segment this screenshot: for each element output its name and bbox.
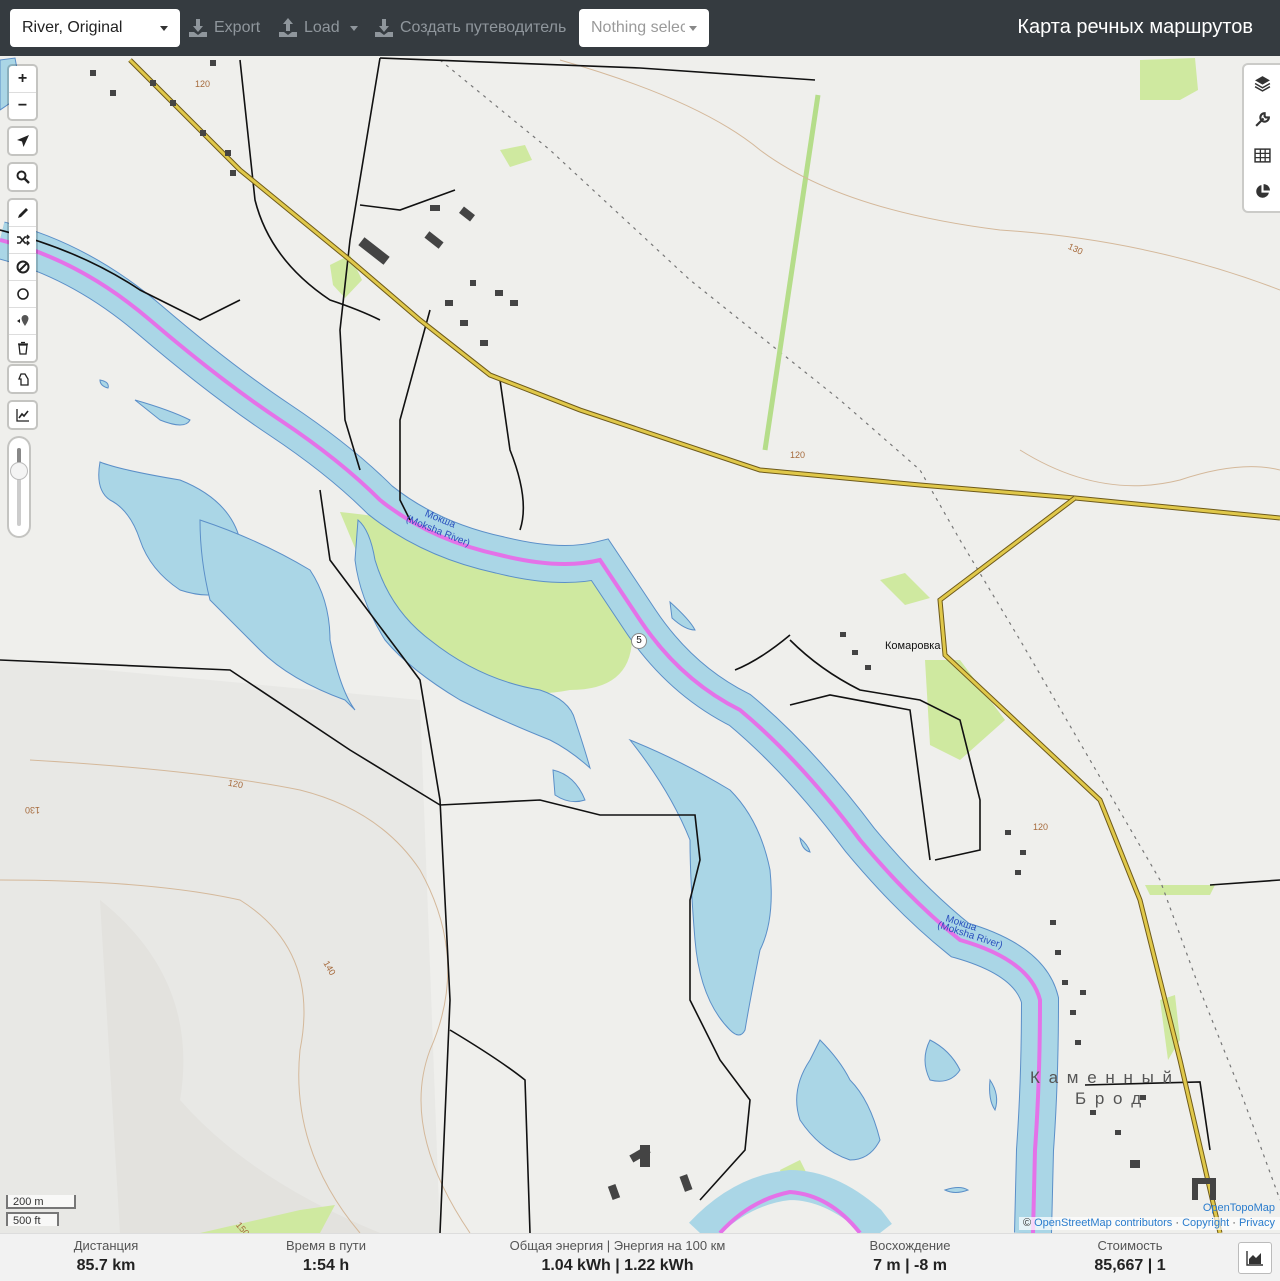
route-stats-bar: Дистанция 85.7 km Время в пути 1:54 h Об… (0, 1233, 1280, 1281)
app-title: Карта речных маршрутов (1017, 16, 1253, 38)
area-chart-icon (1246, 1251, 1263, 1266)
export-button[interactable]: Export (188, 9, 260, 47)
chevron-down-icon (689, 25, 697, 31)
map-canvas[interactable]: Мокша (Moksha River) Мокша (Moksha River… (0, 56, 1280, 1233)
pie-chart-icon (1255, 183, 1270, 198)
stat-label: Восхождение (869, 1238, 951, 1253)
contour-label: 120 (1033, 822, 1049, 832)
circle-button[interactable] (9, 281, 36, 308)
tile-provider-link[interactable]: OpenTopoMap (1203, 1202, 1275, 1214)
attribution: © OpenStreetMap contributors · Copyright… (1018, 1217, 1280, 1230)
privacy-link[interactable]: Privacy (1239, 1217, 1275, 1229)
stat-ascent: Восхождение 7 m | -8 m (855, 1238, 965, 1275)
load-button[interactable]: Load (278, 9, 358, 47)
elevation-chart-button[interactable] (1238, 1242, 1272, 1274)
layers-icon (1254, 75, 1270, 92)
delete-button[interactable] (9, 335, 36, 361)
village-label: К а м е н н ы й (1030, 1068, 1175, 1087)
selection-placeholder: Nothing selected (591, 19, 685, 36)
no-go-area-button[interactable] (9, 254, 36, 281)
layers-button[interactable] (1244, 65, 1280, 101)
hand-pointer-icon (17, 373, 29, 386)
stat-time: Время в пути 1:54 h (270, 1238, 382, 1275)
poi-button[interactable] (9, 308, 36, 335)
shuffle-button[interactable] (9, 227, 36, 254)
stat-value: 85,667 | 1 (1094, 1257, 1166, 1274)
scale-imperial: 500 ft (6, 1212, 59, 1227)
zoom-out-button[interactable]: − (9, 93, 36, 119)
stat-value: 7 m | -8 m (873, 1257, 947, 1274)
load-label: Load (304, 19, 340, 36)
draw-route-button[interactable] (9, 200, 36, 227)
profile-select[interactable]: River, Original (10, 9, 180, 47)
stat-label: Стоимость (1097, 1238, 1163, 1253)
zoom-in-button[interactable]: + (9, 66, 36, 93)
shuffle-icon (16, 234, 30, 246)
stat-label: Общая энергия | Энергия на 100 км (509, 1238, 726, 1253)
draw-toolbar (9, 200, 36, 361)
stat-value: 1:54 h (302, 1257, 350, 1274)
table-icon (1253, 147, 1271, 163)
village-label: Б р о д (1075, 1089, 1144, 1108)
circle-icon (16, 288, 29, 300)
stat-value: 1.04 kWh | 1.22 kWh (541, 1257, 694, 1274)
location-arrow-icon (16, 135, 29, 147)
locate-button[interactable] (9, 128, 36, 154)
chevron-down-icon (349, 25, 358, 31)
slider-handle[interactable] (10, 462, 28, 480)
line-chart-icon (15, 409, 29, 422)
download-icon (375, 19, 393, 37)
village-label: Комаровка (885, 640, 941, 652)
search-button[interactable] (9, 164, 36, 190)
ban-icon (16, 260, 29, 274)
osm-link[interactable]: OpenStreetMap contributors (1034, 1217, 1172, 1229)
stat-energy: Общая энергия | Энергия на 100 км 1.04 k… (495, 1238, 740, 1275)
trash-icon (17, 341, 28, 355)
fit-route-button[interactable] (9, 366, 36, 392)
search-icon (16, 170, 30, 184)
table-button[interactable] (1244, 137, 1280, 173)
profile-select-value: River, Original (22, 19, 123, 36)
wrench-icon (1254, 111, 1270, 127)
download-icon (189, 19, 207, 37)
contour-label: 120 (790, 450, 806, 460)
upload-icon (279, 18, 297, 37)
copyright-link[interactable]: Copyright (1182, 1217, 1229, 1229)
route-marker[interactable]: 5 (631, 633, 647, 649)
settings-button[interactable] (1244, 101, 1280, 137)
analysis-button[interactable] (1244, 173, 1280, 209)
top-toolbar: River, Original Export Load Создать путе… (0, 0, 1280, 56)
elevation-toggle-button[interactable] (9, 402, 36, 428)
stat-label: Время в пути (286, 1238, 366, 1253)
zoom-control: + − (9, 66, 36, 119)
copyright-symbol: © (1022, 1217, 1032, 1229)
contour-label: 120 (195, 79, 211, 89)
locate-control (9, 128, 36, 154)
chevron-down-icon (160, 25, 168, 31)
export-label: Export (214, 19, 261, 36)
stat-cost: Стоимость 85,667 | 1 (1080, 1238, 1180, 1275)
stat-distance: Дистанция 85.7 km (56, 1238, 156, 1275)
pencil-icon (17, 208, 28, 218)
scale-metric: 200 m (6, 1195, 76, 1209)
create-guide-label: Создать путеводитель (400, 19, 567, 36)
create-guide-button[interactable]: Создать путеводитель (374, 9, 566, 47)
map-marker-icon (16, 315, 28, 326)
selection-dropdown[interactable]: Nothing selected (579, 9, 709, 47)
contour-label: 130 (25, 805, 41, 815)
stat-value: 85.7 km (76, 1257, 136, 1274)
stat-label: Дистанция (73, 1238, 139, 1253)
right-control-bar (1244, 65, 1280, 211)
elevation-control (9, 402, 36, 428)
fit-control (9, 366, 36, 392)
search-control (9, 164, 36, 190)
opacity-slider[interactable] (9, 438, 29, 536)
